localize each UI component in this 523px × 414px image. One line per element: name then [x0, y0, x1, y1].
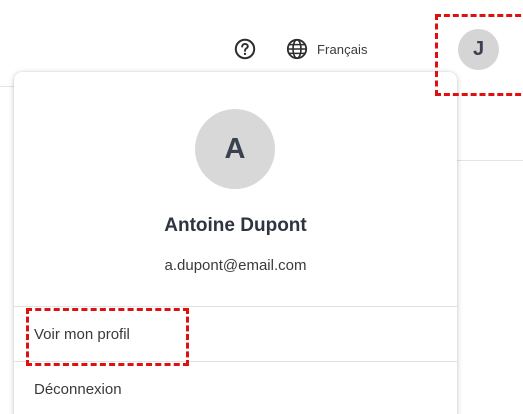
- language-label: Français: [317, 41, 368, 57]
- profile-name: Antoine Dupont: [164, 215, 307, 236]
- help-button[interactable]: [232, 36, 258, 62]
- avatar-initial: J: [472, 38, 485, 60]
- menu-item-label: Voir mon profil: [34, 325, 130, 343]
- page: Français J A Antoine Dupont a.dupont@ema…: [0, 0, 523, 414]
- profile-avatar: A: [195, 109, 275, 189]
- profile-dropdown: A Antoine Dupont a.dupont@email.com Voir…: [14, 72, 457, 414]
- logout-menu-item[interactable]: Déconnexion: [14, 362, 457, 414]
- background-divider: [457, 160, 523, 161]
- background-divider: [0, 86, 14, 87]
- view-profile-menu-item[interactable]: Voir mon profil: [14, 307, 457, 361]
- profile-email: a.dupont@email.com: [164, 257, 307, 274]
- user-avatar-button[interactable]: J: [458, 29, 499, 70]
- menu-item-label: Déconnexion: [34, 380, 122, 398]
- language-switcher[interactable]: Français: [286, 36, 368, 62]
- question-circle-icon: [234, 38, 256, 60]
- profile-avatar-initial: A: [224, 132, 246, 165]
- globe-icon: [286, 38, 308, 60]
